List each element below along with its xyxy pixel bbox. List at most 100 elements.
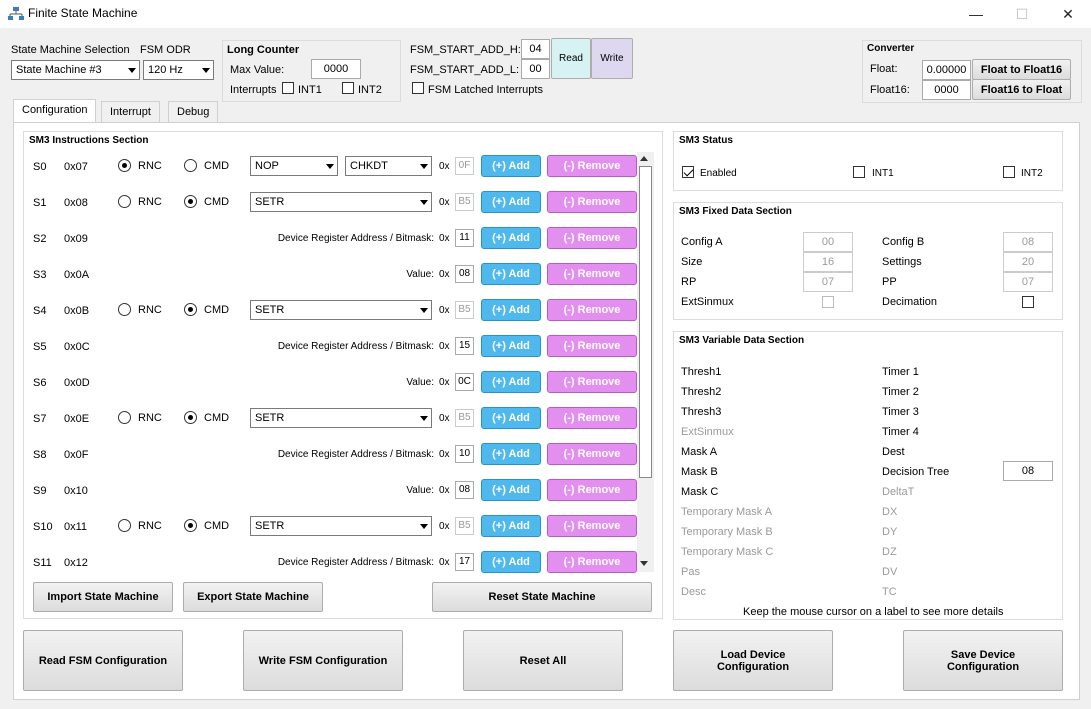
maximize-button[interactable]: ☐ bbox=[999, 0, 1045, 28]
variable-label: DY bbox=[882, 526, 898, 538]
state-name: S7 bbox=[33, 413, 47, 425]
add-button[interactable]: (+) Add bbox=[481, 551, 541, 573]
max-value-field[interactable]: 0000 bbox=[311, 59, 361, 79]
rnc-radio[interactable] bbox=[118, 159, 131, 172]
float-to-float16-button[interactable]: Float to Float16 bbox=[972, 59, 1071, 80]
hex-value-field[interactable]: 08 bbox=[455, 481, 474, 499]
cmd-radio[interactable] bbox=[184, 303, 197, 316]
remove-button[interactable]: (-) Remove bbox=[547, 335, 637, 357]
scroll-thumb[interactable] bbox=[639, 166, 652, 478]
read-fsm-configuration-button[interactable]: Read FSM Configuration bbox=[23, 630, 183, 691]
rp-label: RP bbox=[681, 276, 697, 288]
hex-value-field[interactable]: 10 bbox=[455, 445, 474, 463]
command-dropdown[interactable]: SETR bbox=[250, 300, 432, 320]
sm-selection-dropdown[interactable]: State Machine #3 bbox=[11, 60, 140, 80]
load-device-configuration-button[interactable]: Load Device Configuration bbox=[673, 630, 833, 691]
cmd-radio[interactable] bbox=[184, 159, 197, 172]
float16-to-float-button[interactable]: Float16 to Float bbox=[972, 79, 1071, 100]
command-dropdown[interactable]: NOP bbox=[250, 156, 338, 176]
add-button[interactable]: (+) Add bbox=[481, 515, 541, 537]
state-name: S8 bbox=[33, 449, 47, 461]
command-dropdown[interactable]: SETR bbox=[250, 408, 432, 428]
status-title: SM3 Status bbox=[679, 135, 733, 146]
rnc-radio[interactable] bbox=[118, 195, 131, 208]
row-description: Device Register Address / Bitmask: bbox=[277, 557, 434, 568]
remove-button[interactable]: (-) Remove bbox=[547, 479, 637, 501]
hex-prefix: 0x bbox=[439, 305, 450, 316]
fsm-start-add-h-field[interactable]: 04 bbox=[521, 39, 550, 59]
add-button[interactable]: (+) Add bbox=[481, 443, 541, 465]
command-dropdown[interactable]: SETR bbox=[250, 516, 432, 536]
remove-button[interactable]: (-) Remove bbox=[547, 263, 637, 285]
hex-value-field[interactable]: 0C bbox=[455, 373, 474, 391]
hex-value-field[interactable]: 08 bbox=[455, 265, 474, 283]
command-dropdown[interactable]: SETR bbox=[250, 192, 432, 212]
add-button[interactable]: (+) Add bbox=[481, 299, 541, 321]
long-counter-int1-checkbox[interactable] bbox=[282, 82, 294, 94]
rnc-radio[interactable] bbox=[118, 519, 131, 532]
minimize-button[interactable]: — bbox=[953, 0, 999, 28]
remove-button[interactable]: (-) Remove bbox=[547, 443, 637, 465]
tab-configuration[interactable]: Configuration bbox=[13, 99, 97, 123]
long-counter-int2-checkbox[interactable] bbox=[342, 82, 354, 94]
add-button[interactable]: (+) Add bbox=[481, 407, 541, 429]
state-address: 0x0A bbox=[64, 269, 90, 281]
remove-button[interactable]: (-) Remove bbox=[547, 407, 637, 429]
read-button[interactable]: Read bbox=[551, 38, 591, 79]
cmd-radio[interactable] bbox=[184, 195, 197, 208]
float-field[interactable]: 0.00000 bbox=[922, 60, 971, 80]
fsm-start-add-l-field[interactable]: 00 bbox=[521, 59, 550, 79]
hex-value-field[interactable]: 11 bbox=[455, 229, 474, 247]
add-button[interactable]: (+) Add bbox=[481, 227, 541, 249]
hex-prefix: 0x bbox=[439, 269, 450, 280]
tab-interrupt[interactable]: Interrupt bbox=[101, 101, 160, 123]
remove-button[interactable]: (-) Remove bbox=[547, 551, 637, 573]
parameter-dropdown[interactable]: CHKDT bbox=[345, 156, 432, 176]
close-button[interactable]: ✕ bbox=[1045, 0, 1091, 28]
add-button[interactable]: (+) Add bbox=[481, 335, 541, 357]
cmd-radio[interactable] bbox=[184, 519, 197, 532]
odr-dropdown[interactable]: 120 Hz bbox=[143, 60, 214, 80]
rnc-radio[interactable] bbox=[118, 303, 131, 316]
remove-button[interactable]: (-) Remove bbox=[547, 227, 637, 249]
add-button[interactable]: (+) Add bbox=[481, 263, 541, 285]
remove-button[interactable]: (-) Remove bbox=[547, 299, 637, 321]
fsm-latched-checkbox[interactable] bbox=[412, 82, 424, 94]
reset-all-button[interactable]: Reset All bbox=[463, 630, 623, 691]
row-description: Device Register Address / Bitmask: bbox=[277, 449, 434, 460]
float16-field[interactable]: 0000 bbox=[922, 80, 971, 100]
hex-value-field[interactable]: 17 bbox=[455, 553, 474, 571]
add-button[interactable]: (+) Add bbox=[481, 371, 541, 393]
state-name: S0 bbox=[33, 161, 47, 173]
hex-value-field[interactable]: 15 bbox=[455, 337, 474, 355]
tab-debug[interactable]: Debug bbox=[168, 101, 219, 123]
enabled-checkbox[interactable] bbox=[682, 166, 694, 178]
remove-button[interactable]: (-) Remove bbox=[547, 191, 637, 213]
save-device-configuration-button[interactable]: Save Device Configuration bbox=[903, 630, 1063, 691]
cmd-radio[interactable] bbox=[184, 411, 197, 424]
variable-label: Thresh3 bbox=[681, 406, 722, 418]
add-button[interactable]: (+) Add bbox=[481, 155, 541, 177]
status-int2-checkbox[interactable] bbox=[1003, 166, 1015, 178]
scroll-down-icon[interactable] bbox=[640, 561, 648, 566]
rnc-radio[interactable] bbox=[118, 411, 131, 424]
cmd-label: CMD bbox=[204, 160, 230, 172]
decimation-checkbox[interactable] bbox=[1022, 296, 1034, 308]
config-a-field: 00 bbox=[803, 232, 853, 252]
decision-tree-field[interactable]: 08 bbox=[1003, 461, 1053, 481]
write-button[interactable]: Write bbox=[591, 38, 633, 79]
import-state-machine-button[interactable]: Import State Machine bbox=[33, 582, 173, 612]
instructions-scrollbar[interactable] bbox=[637, 152, 654, 572]
add-button[interactable]: (+) Add bbox=[481, 479, 541, 501]
config-b-label: Config B bbox=[882, 236, 925, 248]
remove-button[interactable]: (-) Remove bbox=[547, 515, 637, 537]
variable-label: Temporary Mask C bbox=[681, 546, 774, 558]
remove-button[interactable]: (-) Remove bbox=[547, 155, 637, 177]
status-int1-checkbox[interactable] bbox=[853, 166, 865, 178]
reset-state-machine-button[interactable]: Reset State Machine bbox=[432, 582, 652, 612]
scroll-up-icon[interactable] bbox=[640, 156, 648, 161]
write-fsm-configuration-button[interactable]: Write FSM Configuration bbox=[243, 630, 403, 691]
export-state-machine-button[interactable]: Export State Machine bbox=[183, 582, 323, 612]
remove-button[interactable]: (-) Remove bbox=[547, 371, 637, 393]
add-button[interactable]: (+) Add bbox=[481, 191, 541, 213]
